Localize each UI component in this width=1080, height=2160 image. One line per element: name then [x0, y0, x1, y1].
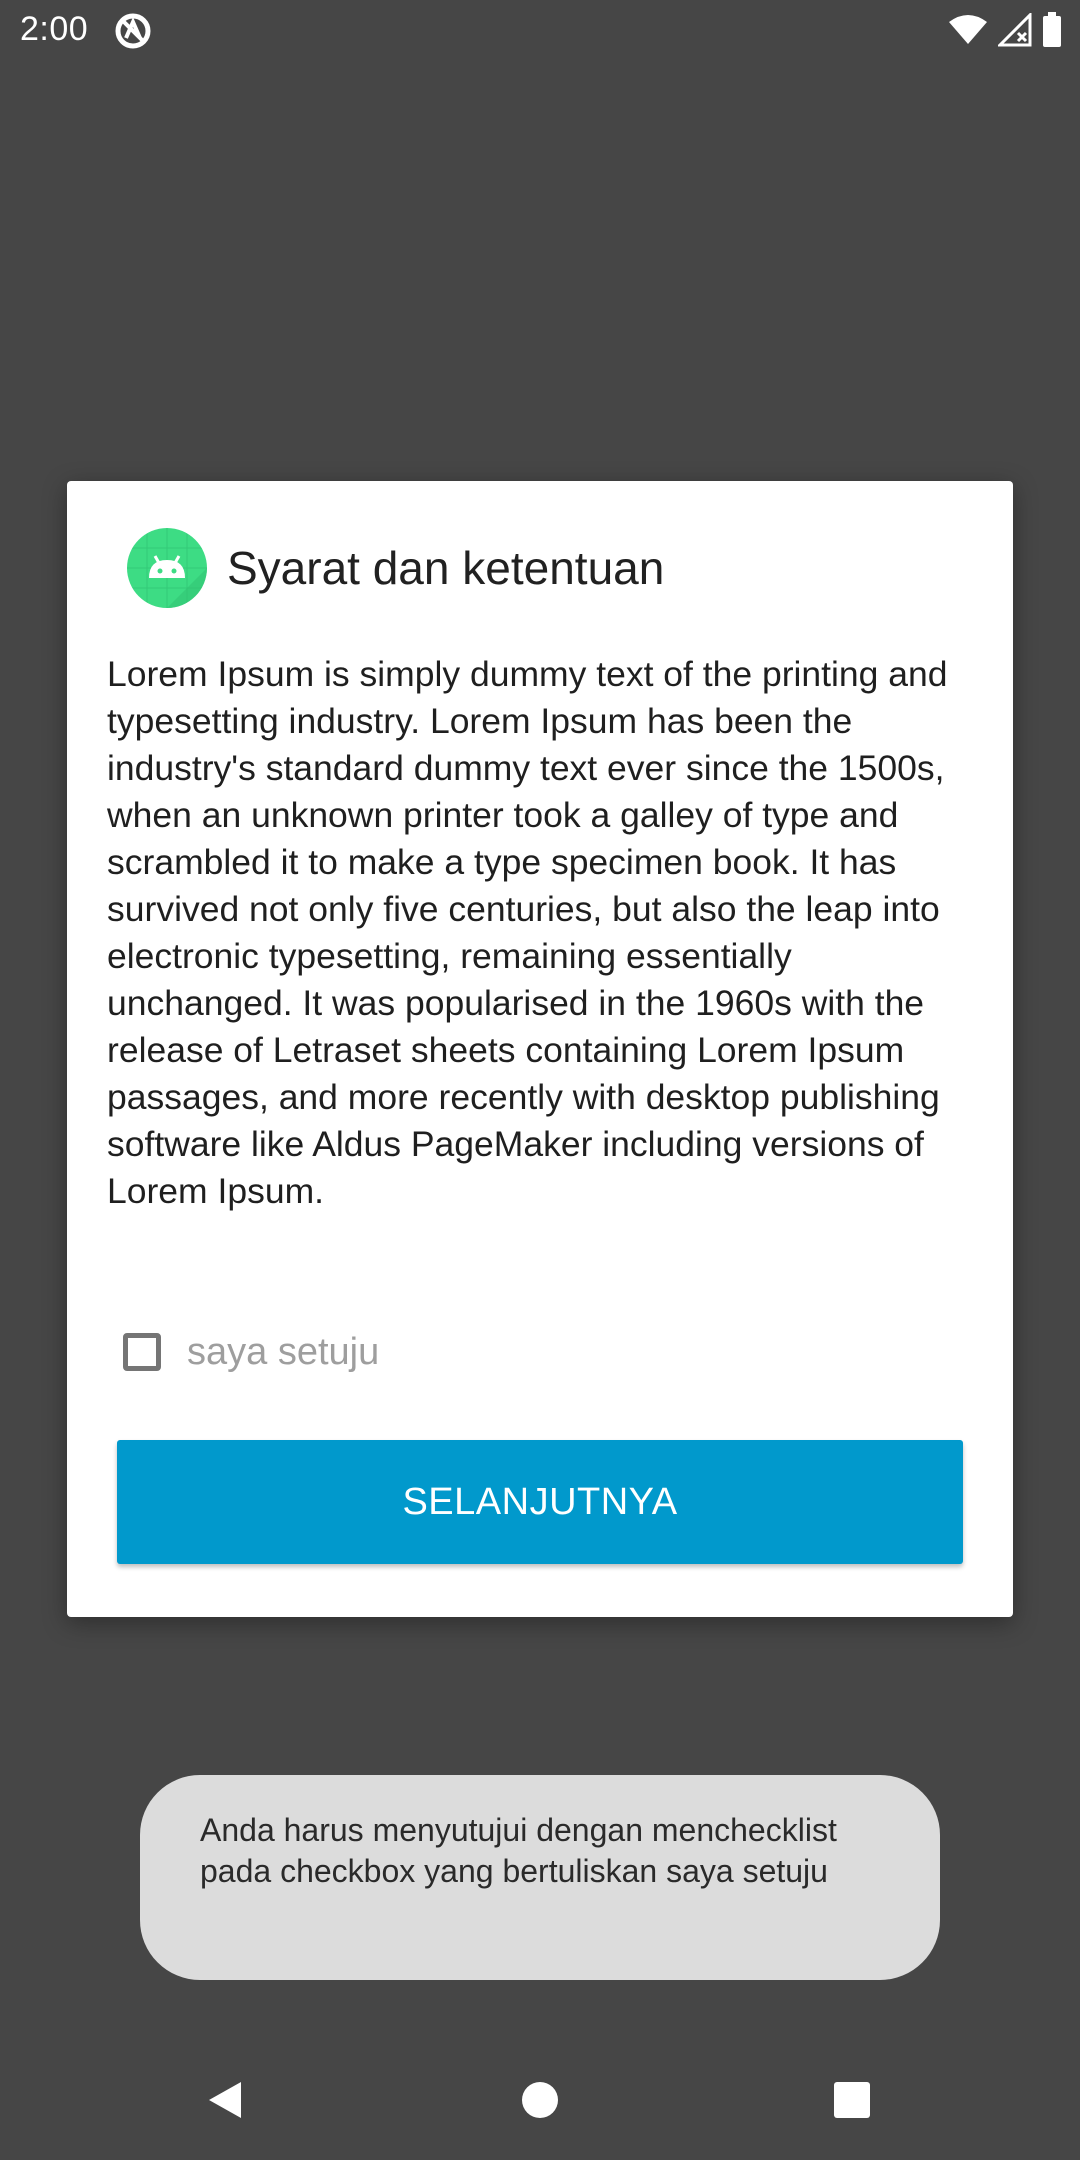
toast-message: Anda harus menyutujui dengan menchecklis… [140, 1775, 940, 1980]
toast-text: Anda harus menyutujui dengan menchecklis… [200, 1812, 837, 1889]
back-button[interactable] [185, 2060, 265, 2140]
recents-icon [834, 2082, 870, 2118]
dialog-title: Syarat dan ketentuan [227, 542, 665, 594]
agree-checkbox-row[interactable]: saya setuju [123, 1317, 379, 1387]
status-bar: 2:00 [0, 0, 1080, 64]
dialog-header: Syarat dan ketentuan [127, 525, 664, 611]
app-notification-icon [114, 12, 152, 50]
cellular-signal-icon [996, 11, 1032, 52]
terms-body-text: Lorem Ipsum is simply dummy text of the … [107, 654, 948, 1211]
navigation-bar [0, 2040, 1080, 2160]
status-time: 2:00 [20, 10, 89, 48]
home-icon [522, 2082, 558, 2118]
agree-checkbox-label[interactable]: saya setuju [187, 1331, 379, 1374]
battery-icon [1042, 12, 1062, 53]
home-button[interactable] [500, 2060, 580, 2140]
agree-checkbox[interactable] [123, 1333, 161, 1371]
back-icon [209, 2082, 241, 2118]
next-button[interactable]: SELANJUTNYA [117, 1440, 963, 1564]
android-app-icon [127, 528, 207, 608]
terms-dialog: Syarat dan ketentuan Lorem Ipsum is simp… [67, 481, 1013, 1617]
wifi-icon [948, 14, 988, 51]
recents-button[interactable] [812, 2060, 892, 2140]
